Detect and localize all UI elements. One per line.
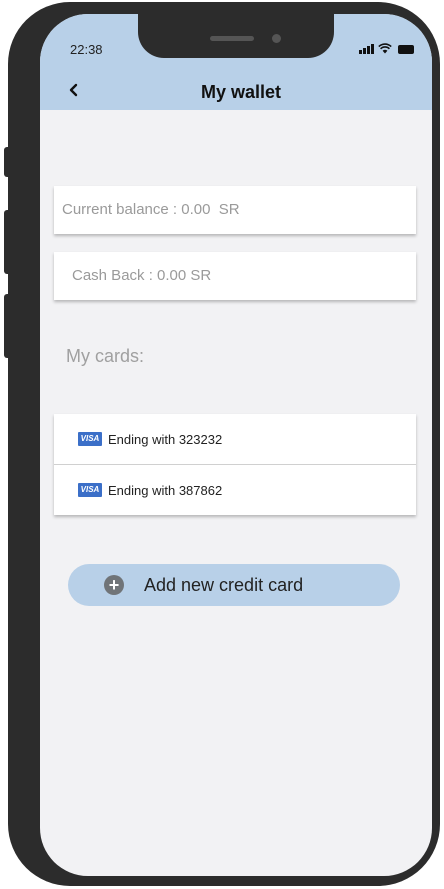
card-item[interactable]: VISA Ending with 387862 xyxy=(54,464,416,515)
card-item[interactable]: VISA Ending with 323232 xyxy=(54,414,416,464)
phone-notch xyxy=(138,14,334,58)
screen: 22:38 My wallet Current balance: 0.00 S… xyxy=(40,14,432,876)
front-camera xyxy=(272,34,281,43)
add-credit-card-label: Add new credit card xyxy=(144,574,304,595)
wifi-icon xyxy=(378,43,392,54)
battery-icon xyxy=(398,45,414,54)
card-item-label: Ending with 387862 xyxy=(108,482,223,498)
phone-frame: 22:38 My wallet Current balance: 0.00 S… xyxy=(4,2,440,886)
app-header: 22:38 My wallet xyxy=(40,14,432,110)
visa-icon: VISA xyxy=(78,483,102,497)
phone-volume-down-button xyxy=(4,294,10,358)
plus-circle-icon: + xyxy=(104,575,124,595)
add-credit-card-button[interactable]: + Add new credit card xyxy=(68,564,400,606)
cashback-text: Cash Back : 0.00 SR xyxy=(72,267,212,284)
cashback-box: Cash Back : 0.00 SR xyxy=(54,252,416,300)
status-icons xyxy=(359,43,414,54)
phone-volume-up-button xyxy=(4,210,10,274)
current-balance-box: Current balance : 0.00 SR xyxy=(54,186,416,234)
status-time: 22:38 xyxy=(70,42,103,57)
signal-icon xyxy=(359,43,374,54)
card-item-label: Ending with 323232 xyxy=(108,431,223,447)
page-title: My wallet xyxy=(200,82,282,102)
cards-list: VISA Ending with 323232 VISA Ending with… xyxy=(54,414,416,515)
my-cards-label: My cards: xyxy=(66,346,145,366)
phone-side-button xyxy=(4,147,10,177)
visa-icon: VISA xyxy=(78,432,102,446)
current-balance-text: Current balance : 0.00 SR xyxy=(62,201,240,218)
speaker-grille xyxy=(210,36,254,41)
